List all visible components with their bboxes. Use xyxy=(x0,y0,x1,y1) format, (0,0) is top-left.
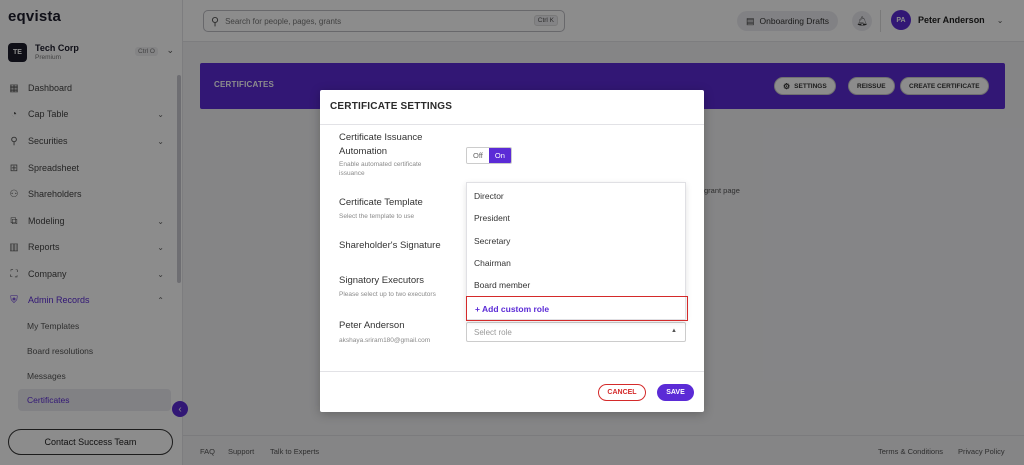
automation-label-line1: Certificate Issuance xyxy=(339,132,423,143)
modal-title: CERTIFICATE SETTINGS xyxy=(330,101,453,112)
role-select[interactable]: Select role ▲ xyxy=(466,322,686,342)
template-label: Certificate Template xyxy=(339,197,423,208)
role-option-president[interactable]: President xyxy=(474,213,510,223)
automation-label-line2: Automation xyxy=(339,146,388,157)
role-option-secretary[interactable]: Secretary xyxy=(474,236,510,246)
cancel-button[interactable]: CANCEL xyxy=(598,384,646,401)
role-option-director[interactable]: Director xyxy=(474,191,504,201)
add-custom-role-option[interactable]: + Add custom role xyxy=(466,296,688,321)
role-option-chairman[interactable]: Chairman xyxy=(474,258,511,268)
toggle-off[interactable]: Off xyxy=(467,148,489,163)
certificate-settings-modal: CERTIFICATE SETTINGS Certificate Issuanc… xyxy=(320,90,704,412)
modal-divider xyxy=(320,124,704,125)
signature-label: Shareholder's Signature xyxy=(339,240,441,251)
save-button[interactable]: SAVE xyxy=(657,384,694,401)
executor-name: Peter Anderson xyxy=(339,320,405,331)
automation-toggle[interactable]: Off On xyxy=(466,147,512,164)
automation-hint-line2: issuance xyxy=(339,170,365,177)
role-select-placeholder: Select role xyxy=(474,327,512,337)
role-option-board-member[interactable]: Board member xyxy=(474,280,530,290)
template-hint: Select the template to use xyxy=(339,213,415,220)
modal-footer-divider xyxy=(320,371,704,372)
automation-hint-line1: Enable automated certificate xyxy=(339,161,422,168)
executors-hint: Please select up to two executors xyxy=(339,291,436,298)
executor-email: akshaya.sriram180@gmail.com xyxy=(339,337,431,344)
executors-label: Signatory Executors xyxy=(339,275,425,286)
role-dropdown-menu: Director President Secretary Chairman Bo… xyxy=(466,182,688,321)
caret-up-icon: ▲ xyxy=(671,328,677,334)
toggle-on[interactable]: On xyxy=(488,148,511,163)
